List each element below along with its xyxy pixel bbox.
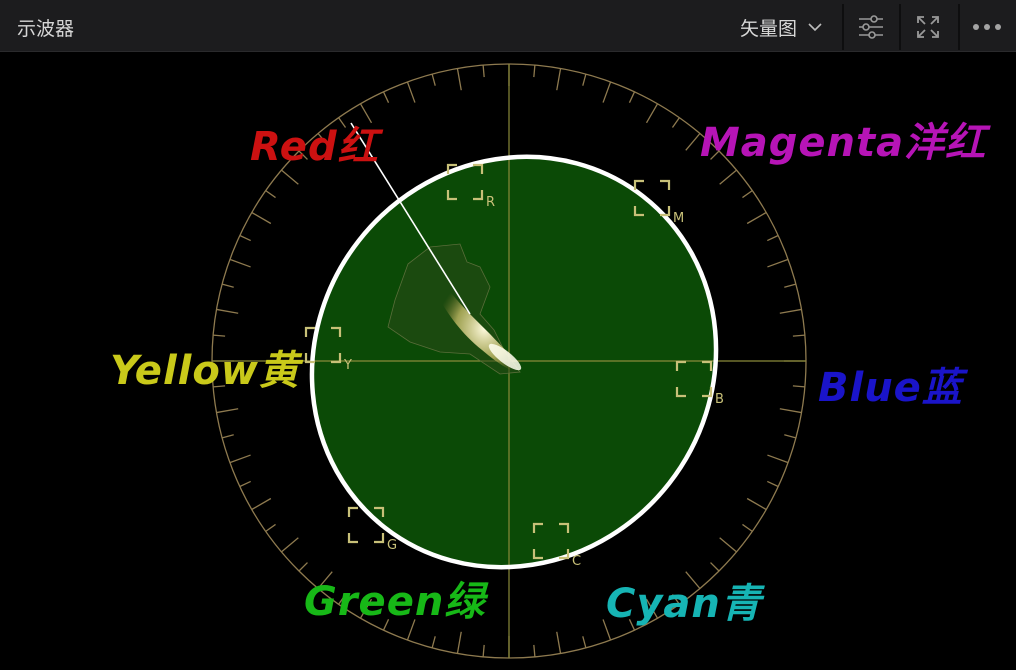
graticule-tick — [779, 408, 802, 414]
graticule-tick — [382, 91, 390, 103]
target-label-g: G — [387, 538, 397, 553]
graticule-tick — [239, 234, 251, 242]
graticule-tick — [216, 308, 239, 314]
annotation-cyan: Cyan青 — [606, 581, 762, 627]
graticule-tick — [216, 408, 239, 414]
graticule-tick — [431, 636, 436, 649]
graticule-tick — [533, 644, 536, 657]
target-label-m: M — [673, 211, 684, 226]
expand-button[interactable] — [901, 8, 955, 46]
graticule-tick — [281, 537, 299, 553]
graticule-tick — [628, 91, 636, 103]
graticule-tick — [719, 537, 737, 553]
target-label-c: C — [572, 554, 581, 569]
target-label-y: Y — [343, 358, 352, 373]
graticule-tick — [746, 211, 767, 225]
graticule-tick — [685, 133, 701, 151]
graticule-tick — [456, 631, 462, 654]
graticule-tick — [784, 283, 797, 288]
sliders-icon — [859, 15, 883, 39]
graticule-tick — [767, 258, 789, 268]
graticule-tick — [239, 480, 251, 488]
graticule-tick — [251, 211, 272, 225]
graticule-tick — [229, 258, 251, 268]
graticule-tick — [221, 283, 234, 288]
graticule-tick — [213, 334, 226, 337]
settings-button[interactable] — [844, 8, 898, 46]
graticule-tick — [719, 169, 737, 185]
graticule-tick — [556, 631, 562, 654]
annotation-red: Red红 — [250, 124, 379, 170]
annotation-magenta: Magenta洋红 — [700, 120, 987, 166]
chevron-down-icon — [808, 23, 822, 32]
graticule-tick — [767, 454, 789, 464]
graticule-tick — [482, 644, 485, 657]
graticule-tick — [746, 497, 767, 511]
view-mode-label: 矢量图 — [740, 17, 798, 40]
more-icon — [973, 24, 1001, 30]
view-mode-dropdown[interactable]: 矢量图 — [740, 12, 823, 42]
graticule-tick — [582, 73, 587, 86]
graticule-tick — [792, 334, 805, 337]
graticule-tick — [582, 636, 587, 649]
target-label-b: B — [715, 392, 724, 407]
graticule-tick — [742, 523, 753, 532]
more-options-button[interactable] — [960, 8, 1014, 46]
panel-title: 示波器 — [17, 18, 75, 40]
graticule-tick — [265, 190, 276, 199]
graticule-tick — [482, 65, 485, 78]
annotation-green: Green绿 — [304, 579, 486, 625]
graticule-tick — [221, 434, 234, 439]
graticule-tick — [456, 68, 462, 91]
expand-icon — [917, 16, 939, 38]
graticule-tick — [779, 308, 802, 314]
vectorscope-area: R M Y B G C Red红 Magenta洋红 Yellow黄 Blue蓝 Gree… — [0, 52, 1016, 670]
graticule-tick — [784, 434, 797, 439]
graticule-tick — [229, 454, 251, 464]
graticule-tick — [265, 523, 276, 532]
graticule-tick — [281, 169, 299, 185]
graticule-tick — [792, 385, 805, 388]
graticule-tick — [710, 562, 720, 572]
graticule-tick — [671, 117, 680, 128]
graticule-tick — [533, 65, 536, 78]
graticule-tick — [602, 81, 612, 103]
graticule-tick — [406, 81, 416, 103]
graticule-tick — [556, 68, 562, 91]
annotation-blue: Blue蓝 — [818, 365, 963, 411]
graticule-tick — [251, 497, 272, 511]
target-label-r: R — [486, 195, 495, 210]
graticule-tick — [742, 190, 753, 199]
graticule-tick — [767, 480, 779, 488]
graticule-tick — [431, 73, 436, 86]
panel-header: 示波器 矢量图 — [0, 0, 1016, 52]
annotation-yellow: Yellow黄 — [110, 348, 300, 394]
graticule-tick — [645, 103, 659, 124]
graticule-tick — [767, 234, 779, 242]
